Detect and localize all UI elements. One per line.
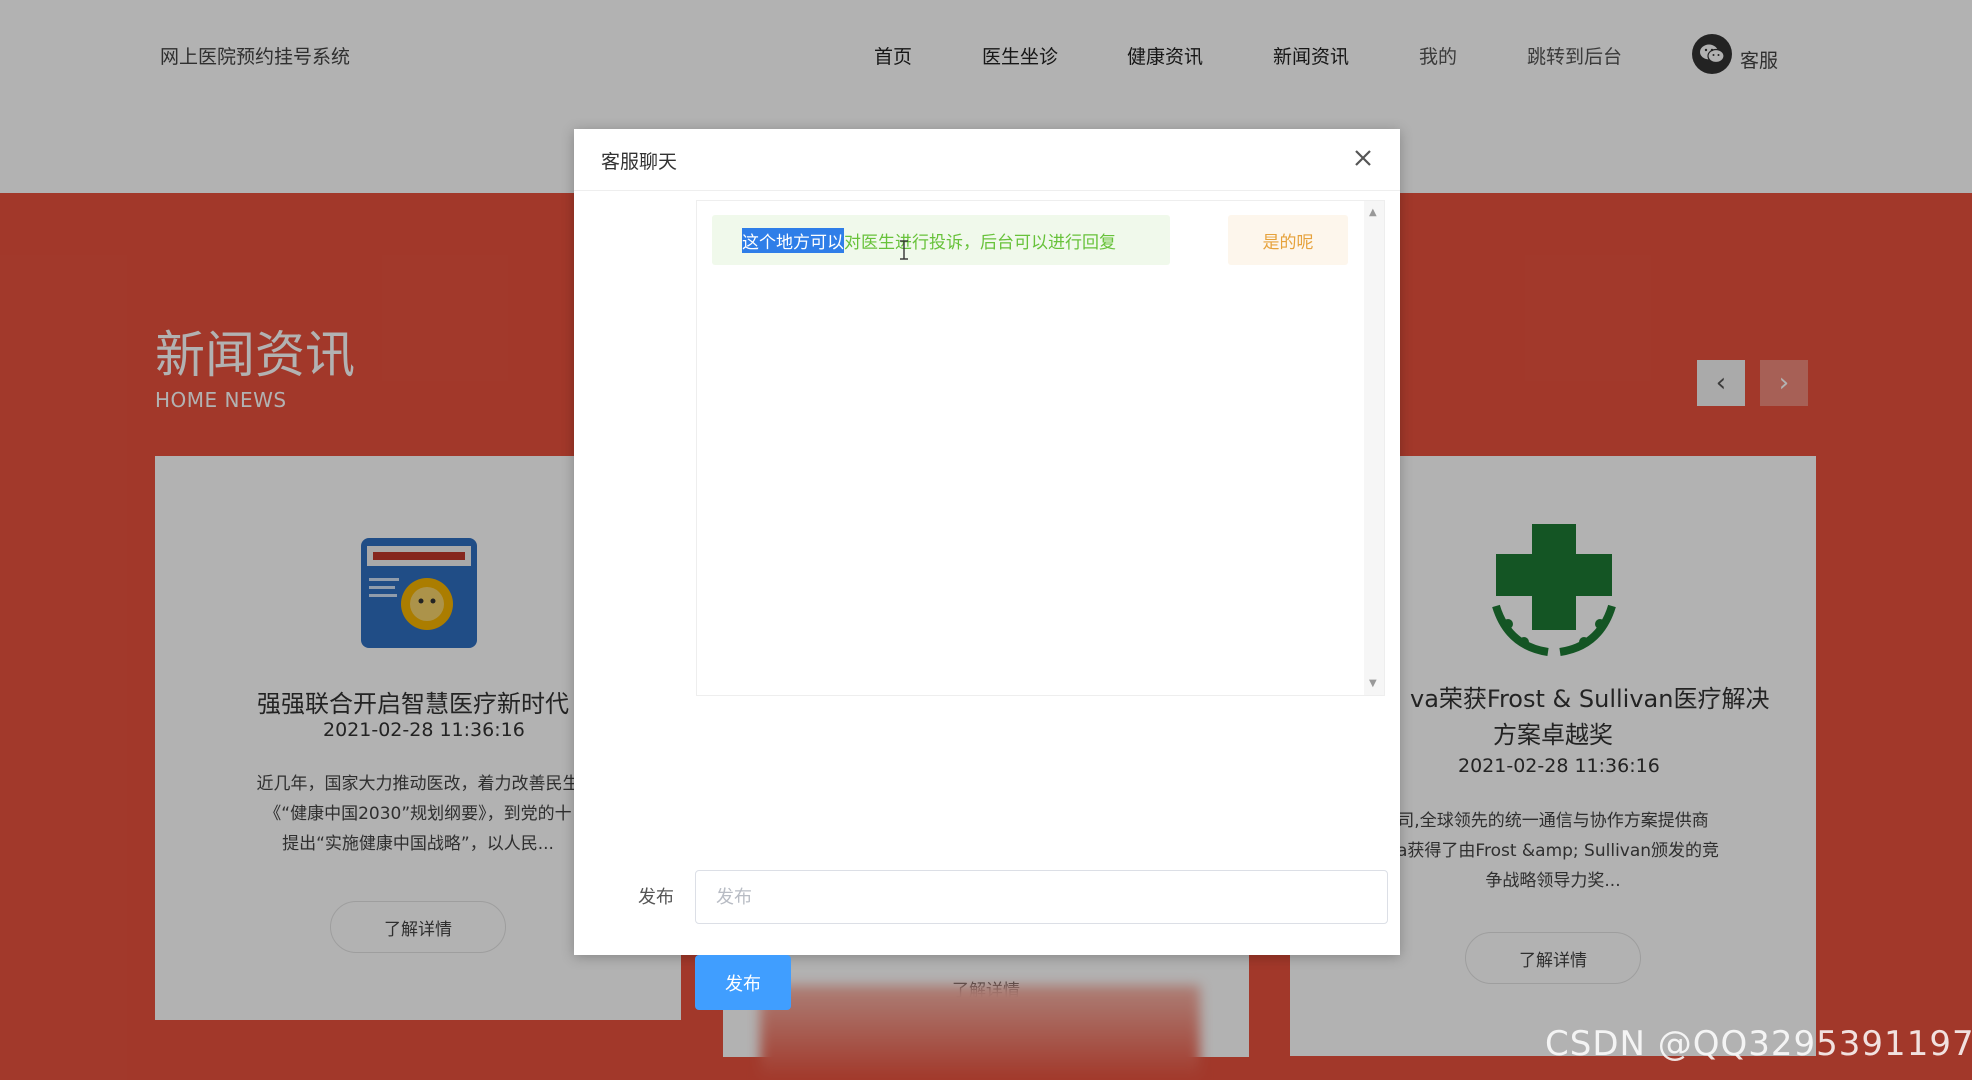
dialog-header: 客服聊天: [574, 129, 1400, 191]
post-input[interactable]: [695, 870, 1388, 924]
scroll-up-icon[interactable]: ▲: [1369, 207, 1377, 218]
text-cursor-icon: [900, 240, 908, 260]
selected-text[interactable]: 这个地方可以: [742, 227, 844, 253]
chat-scrollbar[interactable]: ▲ ▼: [1364, 201, 1384, 695]
chat-history[interactable]: 这个地方可以 对医生进行投诉，后台可以进行回复 是的呢 ▲ ▼: [696, 200, 1385, 696]
post-button[interactable]: 发布: [695, 955, 791, 1010]
user-message[interactable]: 这个地方可以 对医生进行投诉，后台可以进行回复: [712, 215, 1170, 265]
reply-message[interactable]: 是的呢: [1228, 215, 1348, 265]
dialog-title: 客服聊天: [601, 151, 678, 173]
post-field-label: 发布: [638, 887, 674, 908]
watermark: CSDN @QQ3295391197: [1545, 1024, 1972, 1064]
message-text[interactable]: 对医生进行投诉，后台可以进行回复: [844, 228, 1116, 253]
scroll-down-icon[interactable]: ▼: [1369, 678, 1377, 689]
close-icon[interactable]: [1350, 145, 1376, 171]
customer-chat-dialog: 客服聊天 这个地方可以 对医生进行投诉，后台可以进行回复 是的呢 ▲ ▼ 发布 …: [574, 129, 1400, 1010]
